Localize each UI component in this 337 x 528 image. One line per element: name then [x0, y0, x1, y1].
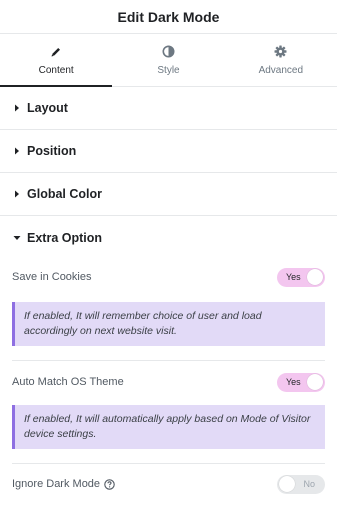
ignore-dark-toggle[interactable]: No [277, 474, 325, 494]
toggle-text: No [303, 478, 315, 489]
auto-match-control: Auto Match OS Theme Yes [0, 368, 337, 396]
tab-content[interactable]: Content [0, 34, 113, 87]
section-global-color[interactable]: Global Color [0, 173, 337, 216]
page-title: Edit Dark Mode [117, 8, 220, 25]
toggle-text: Yes [286, 271, 301, 282]
save-cookies-toggle[interactable]: Yes [277, 267, 325, 287]
half-circle-icon [161, 45, 175, 59]
section-title: Global Color [27, 187, 102, 201]
save-cookies-notice: If enabled, It will remember choice of u… [12, 302, 325, 346]
section-title: Position [27, 144, 77, 158]
ignore-dark-label: Ignore Dark Mode [12, 478, 115, 490]
tab-advanced[interactable]: Advanced [225, 34, 337, 86]
toggle-knob [307, 269, 323, 285]
tab-bar: Content Style Advanced [0, 34, 337, 87]
section-layout[interactable]: Layout [0, 87, 337, 130]
caret-right-icon [13, 104, 21, 112]
ignore-dark-control: Ignore Dark Mode No [0, 470, 337, 498]
section-extra-option[interactable]: Extra Option [0, 216, 337, 259]
toggle-knob [279, 476, 295, 492]
auto-match-label: Auto Match OS Theme [12, 376, 124, 388]
toggle-text: Yes [286, 376, 301, 387]
caret-right-icon [13, 147, 21, 155]
save-cookies-control: Save in Cookies Yes [0, 263, 337, 291]
tab-label: Content [38, 64, 74, 76]
divider [12, 463, 325, 464]
auto-match-toggle[interactable]: Yes [277, 372, 325, 392]
section-position[interactable]: Position [0, 130, 337, 173]
tab-style[interactable]: Style [112, 34, 224, 86]
panel-header: Edit Dark Mode [0, 0, 337, 34]
section-title: Layout [27, 101, 68, 115]
ignore-dark-label-text: Ignore Dark Mode [12, 478, 101, 490]
help-icon[interactable] [104, 478, 115, 490]
save-cookies-label: Save in Cookies [12, 271, 92, 283]
caret-right-icon [13, 190, 21, 198]
auto-match-notice: If enabled, It will automatically apply … [12, 405, 325, 449]
tab-label: Style [157, 64, 180, 76]
divider [12, 360, 325, 361]
caret-down-icon [13, 234, 21, 242]
section-title: Extra Option [27, 230, 103, 245]
tab-label: Advanced [258, 64, 304, 76]
toggle-knob [307, 374, 323, 390]
pencil-icon [49, 45, 63, 59]
gear-icon [274, 45, 288, 59]
